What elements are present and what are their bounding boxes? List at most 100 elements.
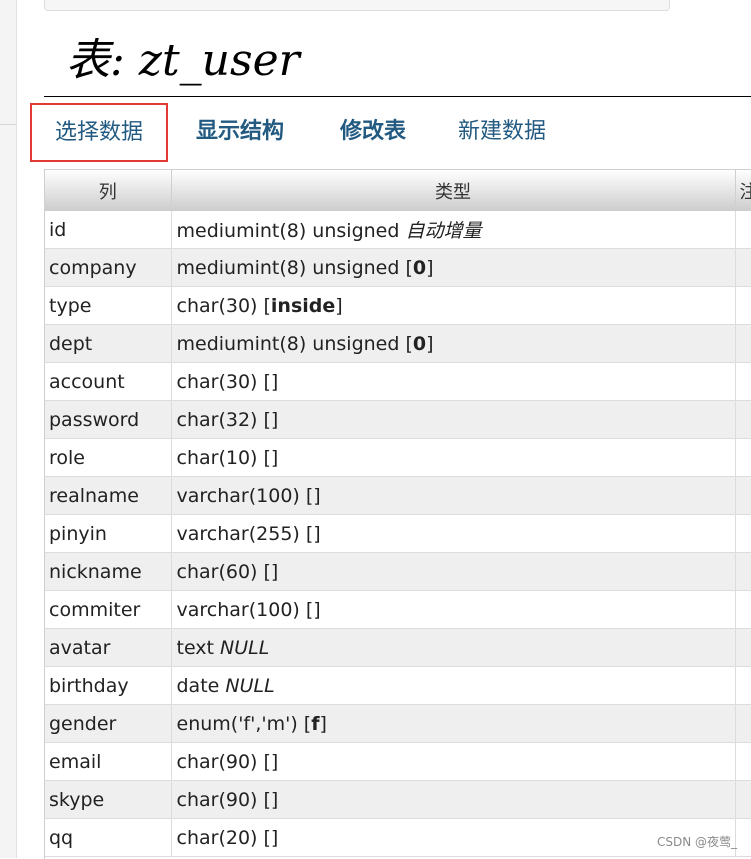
- type-text: varchar(255): [176, 522, 300, 545]
- tab-alter-table[interactable]: 修改表: [340, 103, 406, 161]
- type-text: mediumint(8) unsigned: [176, 220, 400, 242]
- column-header-type[interactable]: 类型: [171, 170, 736, 211]
- column-comment-cell: [735, 628, 751, 667]
- column-type-cell: char(30) []: [171, 362, 736, 401]
- column-type-cell: char(90) []: [171, 742, 736, 781]
- column-comment-cell: [735, 590, 751, 629]
- type-text: mediumint(8) unsigned: [176, 256, 400, 279]
- column-name-cell: skype: [45, 780, 172, 819]
- type-text: date: [176, 674, 220, 697]
- structure-table: 列 类型 注 idmediumint(8) unsigned 自动增量compa…: [45, 170, 751, 857]
- column-comment-cell: [735, 704, 751, 743]
- column-name-cell: pinyin: [45, 514, 172, 553]
- column-type-cell: varchar(100) []: [171, 590, 736, 629]
- column-name-cell: password: [45, 400, 172, 439]
- column-name-cell: commiter: [45, 590, 172, 629]
- table-row: account char(30) []: [45, 362, 751, 401]
- type-text: mediumint(8) unsigned: [176, 332, 400, 355]
- title-divider: [44, 96, 751, 97]
- column-name-cell: nickname: [45, 552, 172, 591]
- type-text: char(60): [176, 560, 258, 583]
- column-name-cell: birthday: [45, 666, 172, 705]
- column-header-comment[interactable]: 注: [735, 170, 751, 211]
- column-type-cell: varchar(255) []: [171, 514, 736, 553]
- column-comment-cell: [735, 780, 751, 819]
- top-breadcrumb-bar: [44, 0, 670, 11]
- type-text: char(32): [176, 408, 258, 431]
- table-row: id mediumint(8) unsigned 自动增量: [45, 211, 751, 249]
- column-type-cell: mediumint(8) unsigned [0]: [171, 324, 736, 363]
- type-extra: NULL: [225, 674, 275, 697]
- type-text: char(10): [176, 446, 258, 469]
- tab-show-structure[interactable]: 显示结构: [196, 103, 284, 161]
- type-text: char(30): [176, 370, 258, 393]
- column-name-cell: gender: [45, 704, 172, 743]
- column-type-cell: mediumint(8) unsigned 自动增量: [171, 211, 736, 249]
- column-name-cell: qq: [45, 818, 172, 857]
- column-comment-cell: [735, 362, 751, 401]
- table-row: birthday date NULL: [45, 666, 751, 705]
- column-name-cell: type: [45, 286, 172, 325]
- table-row: password char(32) []: [45, 400, 751, 439]
- type-text: varchar(100): [176, 598, 300, 621]
- column-type-cell: char(10) []: [171, 438, 736, 477]
- type-text: char(90): [176, 750, 258, 773]
- column-comment-cell: [735, 514, 751, 553]
- table-row: nickname char(60) []: [45, 552, 751, 591]
- column-type-cell: char(20) []: [171, 818, 736, 857]
- column-comment-cell: [735, 286, 751, 325]
- column-type-cell: char(60) []: [171, 552, 736, 591]
- default-value: 0: [412, 256, 427, 279]
- table-row: pinyin varchar(255) []: [45, 514, 751, 553]
- column-name-cell: account: [45, 362, 172, 401]
- table-header-row: 列 类型 注: [45, 170, 751, 211]
- column-type-cell: enum('f','m') [f]: [171, 704, 736, 743]
- column-comment-cell: [735, 324, 751, 363]
- column-comment-cell: [735, 438, 751, 477]
- table-row: dept mediumint(8) unsigned [0]: [45, 324, 751, 363]
- column-name-cell: role: [45, 438, 172, 477]
- type-text: char(90): [176, 788, 258, 811]
- column-comment-cell: [735, 476, 751, 515]
- column-name-cell: dept: [45, 324, 172, 363]
- column-comment-cell: [735, 742, 751, 781]
- column-type-cell: mediumint(8) unsigned [0]: [171, 248, 736, 287]
- column-type-cell: date NULL: [171, 666, 736, 705]
- type-text: char(20): [176, 826, 258, 849]
- type-text: text: [176, 636, 215, 659]
- table-row: qq char(20) []: [45, 818, 751, 857]
- default-value: inside: [270, 294, 336, 317]
- table-row: realname varchar(100) []: [45, 476, 751, 515]
- table-row: email char(90) []: [45, 742, 751, 781]
- default-value: f: [311, 712, 320, 735]
- tab-new-data[interactable]: 新建数据: [458, 103, 546, 161]
- type-extra: NULL: [220, 636, 270, 659]
- column-header-column[interactable]: 列: [45, 170, 172, 211]
- type-text: enum('f','m'): [176, 712, 298, 735]
- column-type-cell: char(32) []: [171, 400, 736, 439]
- column-name-cell: avatar: [45, 628, 172, 667]
- table-row: type char(30) [inside]: [45, 286, 751, 325]
- structure-table-container: 列 类型 注 idmediumint(8) unsigned 自动增量compa…: [44, 169, 751, 859]
- column-type-cell: text NULL: [171, 628, 736, 667]
- default-value: 0: [412, 332, 427, 355]
- tab-select-data[interactable]: 选择数据: [30, 103, 169, 162]
- table-row: avatar text NULL: [45, 628, 751, 667]
- table-row: company mediumint(8) unsigned [0]: [45, 248, 751, 287]
- page-title: 表: zt_user: [66, 35, 300, 86]
- column-name-cell: realname: [45, 476, 172, 515]
- column-type-cell: varchar(100) []: [171, 476, 736, 515]
- sidebar-divider: [0, 124, 16, 125]
- column-comment-cell: [735, 400, 751, 439]
- column-comment-cell: [735, 552, 751, 591]
- table-row: gender enum('f','m') [f]: [45, 704, 751, 743]
- type-text: varchar(100): [176, 484, 300, 507]
- column-type-cell: char(30) [inside]: [171, 286, 736, 325]
- column-comment-cell: [735, 666, 751, 705]
- column-name-cell: company: [45, 248, 172, 287]
- column-comment-cell: [735, 248, 751, 287]
- left-sidebar: [0, 0, 17, 858]
- type-extra: 自动增量: [405, 220, 482, 242]
- table-body: id mediumint(8) unsigned 自动增量 company mediu…: [45, 211, 751, 857]
- table-row: role char(10) []: [45, 438, 751, 477]
